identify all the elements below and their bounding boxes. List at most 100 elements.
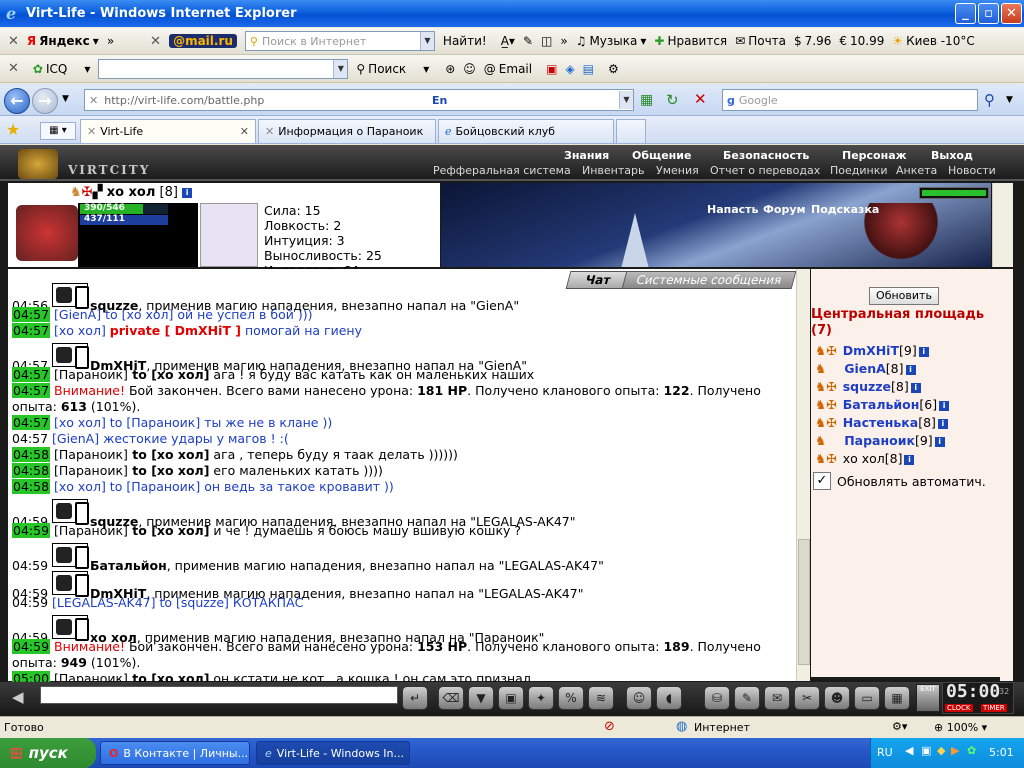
media-icon[interactable]: ▶ [951,744,959,757]
menu-security[interactable]: Безопасность [723,149,809,162]
email-button[interactable]: @ Email [484,62,532,76]
language-indicator[interactable]: En [432,94,447,107]
menu-knowledge[interactable]: Знания [564,149,609,162]
attack-link[interactable]: Напасть [707,203,759,216]
mailru-logo[interactable]: @mail.ru [169,34,237,48]
close-button[interactable]: ✕ [1001,3,1022,24]
wave-icon[interactable]: ≋ [588,686,614,710]
tab-system-messages[interactable]: Системные сообщения [621,271,797,289]
chat-text[interactable]: to [хо хол] [128,447,209,462]
chat-text[interactable]: to [хо хол] [128,523,209,538]
network-icon[interactable]: ▣ [921,744,931,757]
mail-counter-icon[interactable]: ✉ [764,686,790,710]
info-icon[interactable]: i [918,346,929,357]
phone-icon[interactable]: ▤ [583,62,594,76]
chat-text[interactable]: to [хо хол] ой не успел в бой ))) [101,307,312,322]
info-icon[interactable]: i [934,436,945,447]
dropdown-icon[interactable]: ▼ [618,91,633,109]
chat-text[interactable]: [LEGALAS-AK47] to [squzze] КОТАКПАС [52,595,303,610]
games-icon[interactable]: ◈ [565,62,574,76]
likes-button[interactable]: ✚ Нравится [654,34,727,48]
popup-blocked-icon[interactable]: ⊘ [604,719,615,734]
info-icon[interactable]: i [182,187,193,198]
mailru-search-input[interactable]: ⚲ Поиск в Интернет ▼ [244,31,435,51]
player-name[interactable]: GienA [844,361,886,376]
map-icon[interactable]: ✎ [734,686,760,710]
taskbar-item-vkontakte[interactable]: O В Контакте | Личны... [100,741,250,765]
smiley-icon[interactable]: ☺ [626,686,652,710]
protected-mode-icon[interactable]: ⚙▾ [892,720,907,733]
yandex-button[interactable]: Я Яндекс ▾ [27,34,99,48]
menu-inventory[interactable]: Инвентарь [582,164,644,177]
start-button[interactable]: ⊞ пуск [0,738,96,768]
player-name[interactable]: Настенька [843,415,919,430]
icq-button[interactable]: ✿ ICQ ▾ [33,62,90,76]
info-icon[interactable]: i [937,418,948,429]
language-indicator[interactable]: RU [877,746,893,759]
info-icon[interactable]: i [904,454,915,465]
tab-fight-club[interactable]: e Бойцовский клуб [438,119,614,143]
forum-link[interactable]: Форум [763,203,806,216]
chat-text[interactable]: private [ DmXHiT ] [110,323,241,338]
icq-search-button[interactable]: ⚲ Поиск ▾ [356,62,429,76]
info-icon[interactable]: i [905,364,916,375]
close-toolbar-icon[interactable]: ✕ [8,34,19,49]
hint-link[interactable]: Подсказка [811,203,879,216]
menu-profile[interactable]: Анкета [896,164,937,177]
player-name[interactable]: хо хол [843,451,885,466]
chat-message-input[interactable] [40,686,398,704]
exit-button[interactable]: EXIT [916,684,940,712]
mail-link[interactable]: ✉ Почта [735,34,786,48]
dropdown-icon[interactable]: ▼ [333,59,348,78]
dropdown-icon[interactable]: ▼ [419,32,434,50]
info-icon[interactable]: i [939,400,950,411]
minimize-button[interactable]: _ [955,3,976,24]
find-button[interactable]: Найти! [443,34,487,48]
face-icon[interactable]: ☻ [824,686,850,710]
player-item[interactable]: ♞ GienA[8] i [815,361,916,376]
info-icon[interactable]: i [910,382,921,393]
menu-fights[interactable]: Поединки [830,164,888,177]
player-name[interactable]: Параноик [844,433,915,448]
search-icon[interactable]: ⚲ [984,91,995,109]
compat-view-icon[interactable]: ▦ [640,92,653,108]
chat-scroll-thumb[interactable] [798,539,810,665]
close-tab-icon[interactable]: ✕ [240,125,249,138]
player-item[interactable]: ♞✠ squzze[8] i [815,379,921,394]
user-icon[interactable]: ☺ [463,62,476,76]
quick-tabs-icon[interactable]: ▦ ▾ [40,122,76,140]
player-item[interactable]: ♞✠ Настенька[8] i [815,415,948,430]
player-item[interactable]: ♞ Параноик[9] i [815,433,945,448]
page-zoom-icon[interactable]: ◫ [541,34,552,48]
eraser-icon[interactable]: ⌫ [438,686,464,710]
chat-text[interactable]: [GienA] жестокие удары у магов ! :( [52,431,289,446]
player-name[interactable]: Батальйон [843,397,920,412]
tab-chat[interactable]: Чат [565,271,631,289]
menu-character[interactable]: Персонаж [842,149,907,162]
chat-scrollbar[interactable] [796,269,810,681]
tools-icon[interactable]: ✂ [794,686,820,710]
helmet-icon[interactable]: ◖ [656,686,682,710]
chat-text[interactable]: [хо хол] [54,479,106,494]
icq-tray-icon[interactable]: ✿ [967,744,976,757]
menu-referral[interactable]: Рефферальная система [433,164,571,177]
fighter-icon[interactable]: ✦ [528,686,554,710]
menu-exit[interactable]: Выход [931,149,973,162]
equipment-slots[interactable] [200,203,258,267]
back-button[interactable]: ← [4,88,30,114]
chevron-right-icon[interactable]: » [560,34,567,48]
banner-scrollbar[interactable] [992,183,1013,267]
taskbar-item-virt-life[interactable]: e Virt-Life - Windows In... [256,741,410,765]
highlight-icon[interactable]: ✎ [523,34,533,48]
menu-news[interactable]: Новости [948,164,996,177]
zoom-control[interactable]: ⊕ 100% ▾ [934,721,987,734]
chevron-right-icon[interactable]: » [107,34,114,48]
stop-icon[interactable]: ✕ [694,90,707,108]
gift-icon[interactable]: ▦ [884,686,910,710]
compass-icon[interactable]: ⊛ [445,62,455,76]
tab-paranoik-info[interactable]: ✕ Информация о Параноик [258,119,436,143]
google-search-input[interactable]: g Google [722,89,978,111]
settings-icon[interactable]: ⚙ [608,62,619,76]
book-icon[interactable]: ▭ [854,686,880,710]
bag-icon[interactable]: ⛁ [704,686,730,710]
